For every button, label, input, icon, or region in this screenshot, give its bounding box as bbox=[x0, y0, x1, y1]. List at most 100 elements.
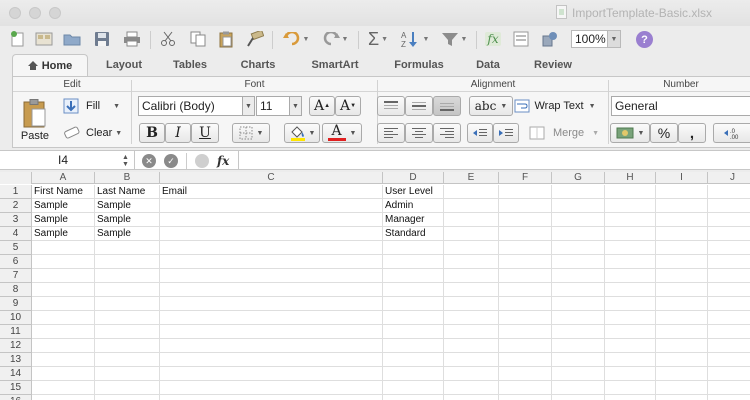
tab-home[interactable]: Home bbox=[12, 54, 88, 76]
cell-e14[interactable] bbox=[444, 367, 499, 380]
cell-h11[interactable] bbox=[605, 325, 656, 338]
cell-g2[interactable] bbox=[552, 199, 605, 212]
insert-function-icon[interactable]: fx bbox=[217, 154, 229, 168]
cell-i14[interactable] bbox=[656, 367, 708, 380]
cell-c4[interactable] bbox=[160, 227, 383, 240]
tab-formulas[interactable]: Formulas bbox=[386, 54, 452, 76]
cell-g8[interactable] bbox=[552, 283, 605, 296]
autosum-button[interactable]: Σ ▼ bbox=[364, 28, 392, 50]
decrease-font-size-button[interactable]: A ▼ bbox=[335, 96, 361, 116]
cell-a1[interactable]: First Name bbox=[32, 185, 95, 198]
cell-h1[interactable] bbox=[605, 185, 656, 198]
row-header[interactable]: 10 bbox=[0, 311, 32, 325]
chevron-down-icon[interactable]: ▼ bbox=[289, 97, 301, 115]
cell-g10[interactable] bbox=[552, 311, 605, 324]
cell-j10[interactable] bbox=[708, 311, 750, 324]
row-header[interactable]: 13 bbox=[0, 353, 32, 367]
cell-h4[interactable] bbox=[605, 227, 656, 240]
cell-f13[interactable] bbox=[499, 353, 552, 366]
paste-toolbar-button[interactable] bbox=[216, 28, 236, 50]
bold-button[interactable]: B bbox=[139, 123, 165, 143]
media-browser-button[interactable] bbox=[540, 28, 560, 50]
cancel-entry-icon[interactable]: ✕ bbox=[142, 154, 156, 168]
align-bottom-button[interactable] bbox=[433, 96, 461, 116]
cell-c15[interactable] bbox=[160, 381, 383, 394]
cell-d13[interactable] bbox=[383, 353, 444, 366]
cell-d6[interactable] bbox=[383, 255, 444, 268]
save-button[interactable] bbox=[92, 28, 112, 50]
row-header[interactable]: 5 bbox=[0, 241, 32, 255]
cell-g15[interactable] bbox=[552, 381, 605, 394]
copy-button[interactable] bbox=[188, 28, 208, 50]
increase-indent-button[interactable] bbox=[493, 123, 519, 143]
cell-e2[interactable] bbox=[444, 199, 499, 212]
tab-data[interactable]: Data bbox=[466, 54, 510, 76]
cell-j8[interactable] bbox=[708, 283, 750, 296]
cell-j1[interactable] bbox=[708, 185, 750, 198]
cell-j6[interactable] bbox=[708, 255, 750, 268]
select-all-corner[interactable] bbox=[0, 172, 32, 184]
align-center-button[interactable] bbox=[405, 123, 433, 143]
fill-button[interactable]: Fill ▼ bbox=[63, 96, 127, 116]
cell-e10[interactable] bbox=[444, 311, 499, 324]
cell-c3[interactable] bbox=[160, 213, 383, 226]
cell-j2[interactable] bbox=[708, 199, 750, 212]
number-format-select[interactable]: General bbox=[611, 96, 750, 116]
cell-d7[interactable] bbox=[383, 269, 444, 282]
cell-i6[interactable] bbox=[656, 255, 708, 268]
gallery-button[interactable] bbox=[511, 28, 531, 50]
cell-e5[interactable] bbox=[444, 241, 499, 254]
font-color-button[interactable]: A ▼ bbox=[322, 123, 362, 143]
cell-d12[interactable] bbox=[383, 339, 444, 352]
cell-a2[interactable]: Sample bbox=[32, 199, 95, 212]
cell-i4[interactable] bbox=[656, 227, 708, 240]
cell-b15[interactable] bbox=[95, 381, 160, 394]
new-workbook-button[interactable] bbox=[8, 28, 28, 50]
cell-j16[interactable] bbox=[708, 395, 750, 400]
cell-b13[interactable] bbox=[95, 353, 160, 366]
row-header[interactable]: 3 bbox=[0, 213, 32, 227]
cell-c7[interactable] bbox=[160, 269, 383, 282]
cell-c14[interactable] bbox=[160, 367, 383, 380]
font-name-select[interactable]: Calibri (Body) ▼ bbox=[138, 96, 255, 116]
row-header[interactable]: 4 bbox=[0, 227, 32, 241]
column-header-j[interactable]: J bbox=[708, 172, 750, 184]
autosum-dropdown-icon[interactable]: ▼ bbox=[381, 36, 388, 43]
cell-e6[interactable] bbox=[444, 255, 499, 268]
cell-i9[interactable] bbox=[656, 297, 708, 310]
tab-layout[interactable]: Layout bbox=[96, 54, 152, 76]
cell-b2[interactable]: Sample bbox=[95, 199, 160, 212]
cell-h13[interactable] bbox=[605, 353, 656, 366]
column-header-d[interactable]: D bbox=[383, 172, 444, 184]
cell-f5[interactable] bbox=[499, 241, 552, 254]
cell-j5[interactable] bbox=[708, 241, 750, 254]
cell-h7[interactable] bbox=[605, 269, 656, 282]
borders-button[interactable]: ▼ bbox=[232, 123, 270, 143]
cell-a8[interactable] bbox=[32, 283, 95, 296]
cell-j9[interactable] bbox=[708, 297, 750, 310]
cell-g3[interactable] bbox=[552, 213, 605, 226]
open-button[interactable] bbox=[62, 28, 82, 50]
cell-j4[interactable] bbox=[708, 227, 750, 240]
cell-d16[interactable] bbox=[383, 395, 444, 400]
cell-i7[interactable] bbox=[656, 269, 708, 282]
cell-f9[interactable] bbox=[499, 297, 552, 310]
paste-button[interactable]: Paste bbox=[17, 96, 53, 144]
cell-d5[interactable] bbox=[383, 241, 444, 254]
cell-b3[interactable]: Sample bbox=[95, 213, 160, 226]
row-header[interactable]: 9 bbox=[0, 297, 32, 311]
templates-button[interactable] bbox=[34, 28, 54, 50]
cell-f1[interactable] bbox=[499, 185, 552, 198]
cell-e3[interactable] bbox=[444, 213, 499, 226]
cell-c8[interactable] bbox=[160, 283, 383, 296]
cell-f11[interactable] bbox=[499, 325, 552, 338]
cell-b10[interactable] bbox=[95, 311, 160, 324]
row-header[interactable]: 6 bbox=[0, 255, 32, 269]
cell-a9[interactable] bbox=[32, 297, 95, 310]
chevron-down-icon[interactable]: ▼ bbox=[607, 31, 620, 47]
column-header-a[interactable]: A bbox=[32, 172, 95, 184]
align-right-button[interactable] bbox=[433, 123, 461, 143]
help-icon[interactable]: ? bbox=[636, 31, 653, 48]
cell-c9[interactable] bbox=[160, 297, 383, 310]
cell-a3[interactable]: Sample bbox=[32, 213, 95, 226]
